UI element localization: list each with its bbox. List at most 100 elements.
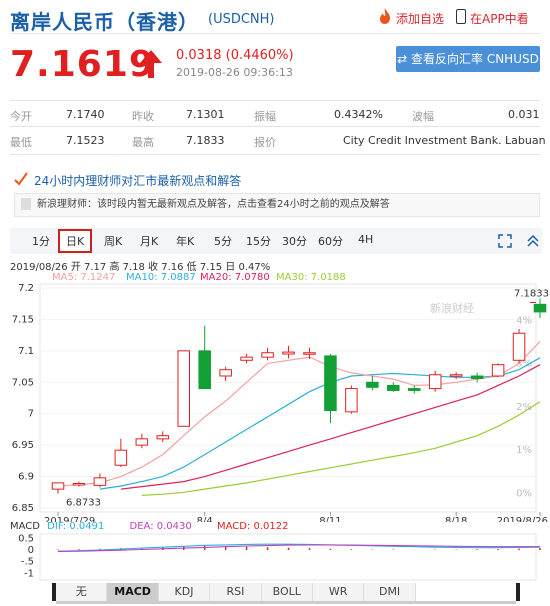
- candle-body: [93, 477, 107, 486]
- candle-body: [135, 438, 149, 446]
- macd-tick-label: -.5: [21, 557, 34, 568]
- stat-value-amplitude: 0.4342%: [334, 108, 383, 121]
- indicator-tab-3[interactable]: RSI: [210, 583, 262, 601]
- dea-readout: DEA: 0.0430: [129, 521, 192, 532]
- candle-body: [240, 356, 253, 361]
- indicator-tab-0[interactable]: 无: [56, 583, 108, 601]
- reverse-rate-label: 查看反向汇率 CNHUSD: [411, 52, 539, 66]
- x-tick-label: 2019/8/26: [497, 516, 548, 522]
- ohlc-readout: 2019/08/26 开 7.17 高 7.18 收 7.16 低 7.15 日…: [10, 262, 271, 273]
- quote-timestamp: 2019-08-26 09:36:13: [176, 66, 293, 79]
- x-tick-label: 8/18: [445, 516, 467, 522]
- tab-1min[interactable]: 1分: [32, 233, 50, 249]
- y-tick-label: 6.85: [12, 503, 34, 514]
- macd-value-readout: MACD: 0.0122: [216, 521, 289, 532]
- news-notice-box[interactable]: 新浪理财师：该时段内暂无最新观点及解答，点击查看24小时之前的观点及解答: [14, 193, 540, 217]
- pct-tick-label: 0%: [516, 488, 532, 499]
- min-price-label: 6.8733: [66, 497, 101, 508]
- macd-frame: [39, 533, 537, 581]
- dif-readout: DIF: 0.0491: [47, 521, 105, 532]
- candle-body: [51, 482, 65, 490]
- y-tick-label: 7.05: [12, 377, 34, 388]
- tab-monthly-k[interactable]: 月K: [140, 233, 158, 249]
- currency-code: (USDCNH): [208, 12, 275, 27]
- stat-label-low: 最低: [10, 136, 32, 149]
- tab-4h[interactable]: 4H: [358, 233, 373, 246]
- price-change: 0.0318 (0.4460%): [176, 48, 294, 63]
- candle-body: [177, 350, 191, 427]
- x-tick-label: 8/11: [319, 516, 341, 522]
- stat-value-low: 7.1523: [66, 134, 105, 147]
- fullscreen-icon[interactable]: [498, 234, 512, 248]
- page-title: 离岸人民币（香港）: [10, 10, 199, 34]
- stat-value-high: 7.1833: [186, 134, 225, 147]
- stat-value-open: 7.1740: [66, 108, 105, 121]
- plot-frame: [39, 283, 537, 513]
- candle-body: [324, 355, 337, 412]
- avatar-icon: [21, 198, 31, 210]
- watermark-label: 新浪财经: [430, 301, 474, 315]
- pct-tick-label: 4%: [516, 316, 532, 327]
- candle-body: [219, 369, 232, 377]
- candlestick-chart[interactable]: 7.27.157.17.0576.956.96.854%3%2%1%0%-1%新…: [0, 282, 550, 522]
- candle-body: [282, 351, 295, 355]
- scrollbar-track[interactable]: [56, 601, 516, 604]
- candle-body: [114, 449, 128, 466]
- news-notice: 新浪理财师：该时段内暂无最新观点及解答，点击查看24小时之前的观点及解答: [37, 199, 390, 210]
- tab-weekly-k[interactable]: 周K: [104, 233, 122, 249]
- candle-body: [198, 350, 211, 390]
- reverse-rate-button[interactable]: ⇄ 查看反向汇率 CNHUSD: [396, 46, 540, 72]
- tab-30min[interactable]: 30分: [282, 233, 307, 249]
- macd-tick-label: 0.5: [18, 533, 34, 544]
- macd-tick-label: 0: [28, 545, 34, 556]
- candle-body: [303, 352, 316, 355]
- macd-tick-label: -1: [24, 568, 34, 579]
- news-headline[interactable]: 24小时内理财师对汇市最新观点和解答: [34, 172, 241, 189]
- candle-body: [156, 435, 170, 440]
- tab-15min[interactable]: 15分: [246, 233, 271, 249]
- stat-value-prev-close: 7.1301: [186, 108, 225, 121]
- y-tick-label: 6.9: [18, 472, 34, 483]
- swap-icon: ⇄: [397, 52, 412, 66]
- stat-label-quote-source: 报价: [254, 136, 276, 149]
- y-tick-label: 7.1: [18, 346, 34, 357]
- indicator-tab-5[interactable]: WR: [313, 583, 365, 601]
- candle-body: [366, 381, 379, 388]
- macd-readout: MACD DIF: 0.0491 DEA: 0.0430 MACD: 0.012…: [10, 521, 288, 532]
- fire-icon[interactable]: [378, 8, 392, 24]
- candle-body: [449, 374, 463, 377]
- period-tab-bar: 1分 日K 周K 月K 年K 5分 15分 30分 60分 4H: [10, 228, 542, 254]
- y-tick-label: 7.2: [18, 283, 34, 294]
- stat-label-high: 最高: [132, 136, 154, 149]
- candle-body: [407, 388, 421, 391]
- phone-icon[interactable]: [456, 9, 466, 24]
- indicator-tab-1[interactable]: MACD: [107, 583, 159, 601]
- stat-value-quote-source: City Credit Investment Bank. Labuan: [343, 134, 546, 147]
- stat-value-volatility: 0.031: [508, 108, 540, 121]
- indicator-tab-6[interactable]: DMI: [364, 583, 416, 601]
- app-view-link[interactable]: 在APP中看: [470, 10, 529, 27]
- tab-60min[interactable]: 60分: [318, 233, 343, 249]
- stat-label-volatility: 波幅: [412, 110, 434, 123]
- tab-yearly-k[interactable]: 年K: [176, 233, 194, 249]
- pct-tick-label: 1%: [516, 445, 532, 456]
- y-tick-label: 7: [28, 409, 34, 420]
- add-watchlist-link[interactable]: 添加自选: [396, 10, 444, 27]
- ma30-line: [141, 401, 541, 496]
- tab-5min[interactable]: 5分: [214, 233, 232, 249]
- candle-body: [387, 384, 400, 391]
- max-price-label: 7.1833: [514, 288, 549, 299]
- candle-body: [72, 482, 86, 486]
- tab-daily-k[interactable]: 日K: [58, 229, 93, 253]
- candle-body: [345, 388, 358, 413]
- indicator-tab-2[interactable]: KDJ: [158, 583, 211, 601]
- macd-chart[interactable]: 0.50-.5-1: [0, 532, 550, 582]
- candle-body: [533, 303, 547, 313]
- macd-label: MACD: [10, 521, 40, 532]
- scroll-handle-right[interactable]: [516, 583, 520, 601]
- candle-body: [428, 374, 442, 390]
- candle-body: [491, 364, 505, 377]
- stat-label-amplitude: 振幅: [254, 110, 276, 123]
- collapse-icon[interactable]: [526, 234, 540, 248]
- indicator-tab-4[interactable]: BOLL: [261, 583, 313, 601]
